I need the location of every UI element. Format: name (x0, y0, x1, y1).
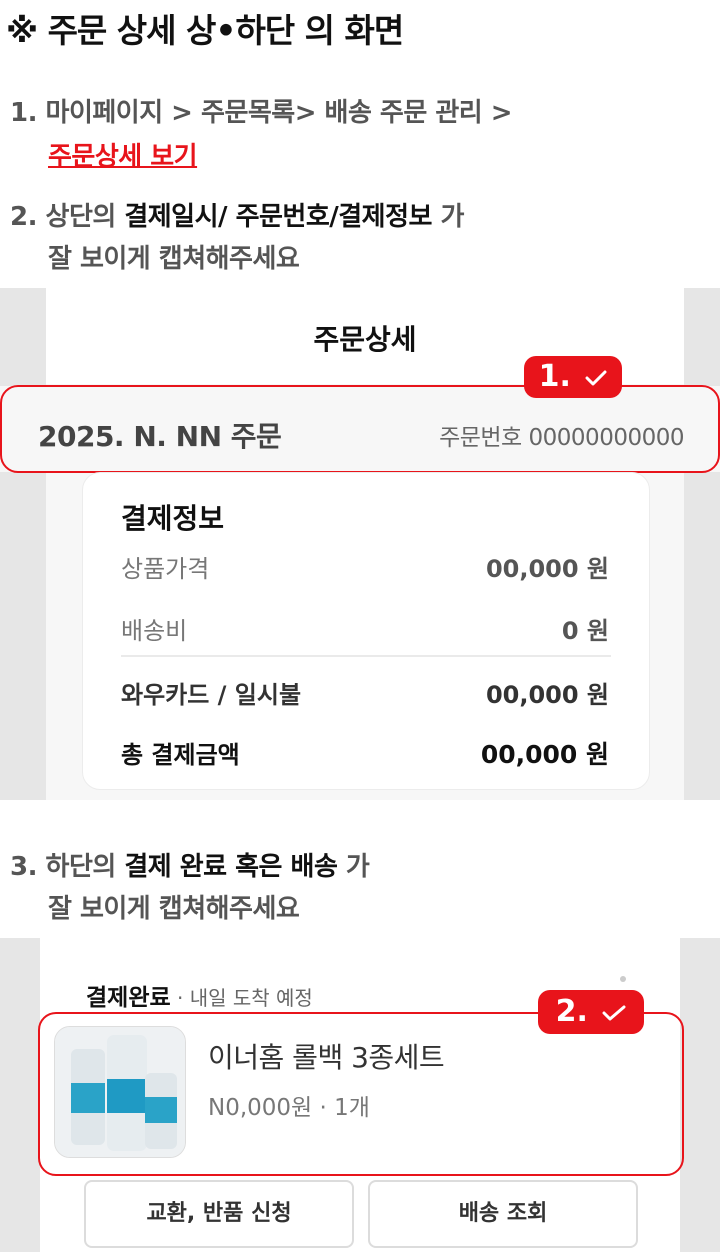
check-icon (581, 359, 607, 394)
track-delivery-button[interactable]: 배송 조회 (368, 1180, 638, 1248)
step-text-strong: 결제일시/ 주문번호/결제정보 (124, 202, 432, 232)
delivery-estimate: · 내일 도착 예정 (170, 986, 313, 1010)
callout-badge-1: 1. (524, 356, 622, 398)
badge-number: 1. (538, 359, 571, 394)
step-number: 1. (10, 98, 37, 128)
row-value: 0 원 (561, 617, 609, 645)
step-text-strong: 결제 완료 혹은 배송 (124, 852, 338, 882)
step-text-line2: 잘 보이게 캡쳐해주세요 (48, 894, 300, 924)
row-value: 00,000 원 (485, 681, 609, 709)
step-number: 2. (10, 202, 37, 232)
divider (121, 655, 611, 657)
payment-info-card: 결제정보 상품가격 00,000 원 배송비 0 원 와우카드 / 일시불 00… (82, 472, 650, 790)
step-text-pre: 하단의 (45, 852, 125, 882)
callout-box-2 (38, 1012, 684, 1176)
payment-title: 결제정보 (121, 502, 225, 535)
order-detail-link[interactable]: 주문상세 보기 (48, 142, 198, 172)
step-text: 마이페이지 > 주문목록> 배송 주문 관리 > (45, 98, 513, 128)
step-number: 3. (10, 852, 37, 882)
row-label: 와우카드 / 일시불 (121, 681, 302, 709)
step-text-pre: 상단의 (45, 202, 125, 232)
step-text-post: 가 (337, 852, 370, 882)
row-label: 상품가격 (121, 555, 210, 583)
more-icon[interactable] (620, 976, 626, 982)
row-value: 00,000 원 (485, 555, 609, 583)
instruction-step-3: 3. 하단의 결제 완료 혹은 배송 가 (10, 846, 370, 883)
step-text-line2: 잘 보이게 캡쳐해주세요 (48, 244, 300, 274)
header-title: 주문상세 (313, 323, 417, 356)
page-title: ※ 주문 상세 상•하단 의 화면 (6, 11, 404, 50)
badge-number: 2. (555, 994, 588, 1029)
status-label: 결제완료 (86, 985, 171, 1011)
row-label: 배송비 (121, 617, 188, 645)
exchange-return-button[interactable]: 교환, 반품 신청 (84, 1180, 354, 1248)
total-value: 00,000 원 (480, 740, 609, 769)
instruction-step-2: 2. 상단의 결제일시/ 주문번호/결제정보 가 (10, 196, 464, 233)
total-label: 총 결제금액 (121, 741, 240, 769)
callout-box-1 (0, 385, 720, 473)
callout-badge-2: 2. (538, 990, 644, 1034)
step-text-post: 가 (431, 202, 464, 232)
check-icon (598, 994, 626, 1029)
order-status: 결제완료 · 내일 도착 예정 (86, 978, 313, 1012)
instruction-step-1: 1. 마이페이지 > 주문목록> 배송 주문 관리 > (10, 92, 513, 129)
